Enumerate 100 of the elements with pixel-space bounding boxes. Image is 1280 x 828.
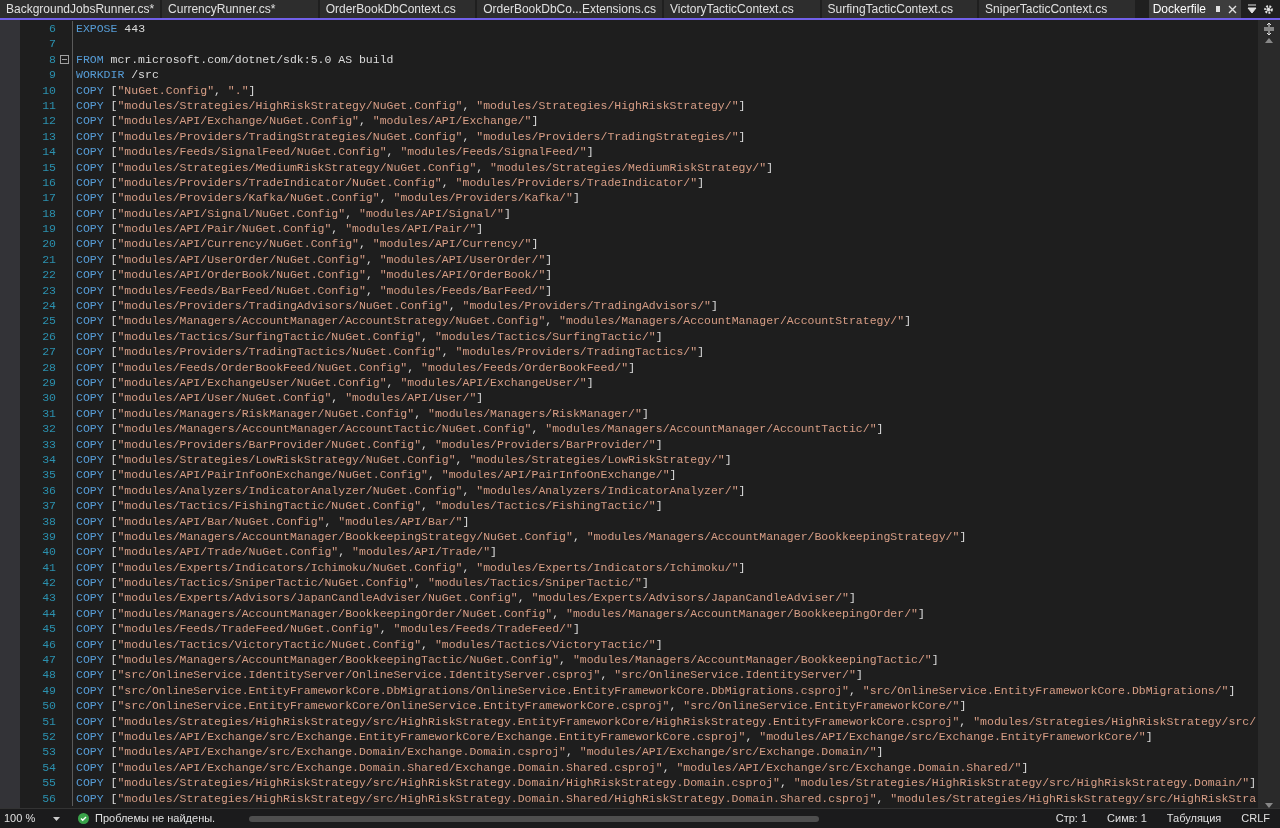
- code-line: COPY ["modules/Providers/TradeIndicator/NuGet.Config", "modules/Providers/TradeIndicator/"]: [76, 174, 705, 191]
- column-indicator[interactable]: Симв: 1: [1097, 810, 1157, 827]
- code-line: COPY ["modules/Providers/Kafka/NuGet.Config", "modules/Providers/Kafka/"]: [76, 190, 580, 206]
- code-line: COPY ["modules/Managers/RiskManager/NuGet.Config", "modules/Managers/RiskManager/"]: [76, 405, 649, 422]
- line-number: 30: [41, 390, 56, 406]
- code-line: COPY ["modules/API/User/NuGet.Config", "modules/API/User/"]: [76, 390, 484, 406]
- tab-label: Dockerfile: [1152, 1, 1206, 18]
- line-number: 14: [41, 144, 56, 160]
- line-number: 44: [41, 605, 56, 622]
- editor-tab[interactable]: Dockerfile: [1148, 0, 1241, 18]
- code-line: COPY ["modules/Tactics/SniperTactic/NuGet.Config", "modules/Tactics/SniperTactic/"]: [76, 575, 649, 591]
- line-number: 49: [41, 682, 56, 699]
- line-number: 41: [41, 559, 56, 576]
- line-number: 29: [41, 375, 56, 391]
- line-number: 22: [41, 267, 56, 283]
- editor-tab[interactable]: SniperTacticContext.cs: [979, 0, 1135, 18]
- code-line: FROM mcr.microsoft.com/dotnet/sdk:5.0 AS build: [76, 51, 394, 68]
- code-line: COPY ["modules/Providers/TradingStrategies/NuGet.Config", "modules/Providers/TradingStrategies/"]: [76, 128, 746, 145]
- line-number: 13: [41, 128, 56, 145]
- code-line: COPY ["NuGet.Config", "."]: [76, 82, 256, 98]
- zoom-dropdown[interactable]: 100 %: [0, 810, 64, 827]
- code-line: COPY ["modules/Managers/AccountManager/AccountTactic/NuGet.Config", "modules/Managers/AccountManager/AccountTactic/"]: [76, 421, 884, 437]
- code-line: COPY ["modules/Strategies/HighRiskStrategy/src/HighRiskStrategy.Domain.Shared/HighRiskStrategy.Domain.Shared.csproj", "modules/Strategies/HighRiskStrategy/src/HighRiskStra: [76, 790, 1257, 806]
- caret-icon: [53, 816, 60, 821]
- line-number: 28: [41, 359, 56, 375]
- code-line: COPY ["modules/API/Trade/NuGet.Config", "modules/API/Trade/"]: [76, 544, 497, 560]
- code-line: COPY ["modules/Providers/TradingTactics/NuGet.Config", "modules/Providers/TradingTactics/"]: [76, 344, 705, 360]
- issues-status[interactable]: Проблемы не найдены.: [95, 810, 216, 827]
- code-line: COPY ["modules/API/Exchange/NuGet.Config", "modules/API/Exchange/"]: [76, 113, 539, 129]
- editor-tab[interactable]: VictoryTacticContext.cs: [663, 0, 820, 18]
- dropdown-icon[interactable]: [1247, 4, 1257, 14]
- code-line: COPY ["modules/API/OrderBook/NuGet.Config", "modules/API/OrderBook/"]: [76, 267, 553, 283]
- line-number: 52: [41, 728, 56, 745]
- line-number: 12: [41, 113, 56, 129]
- editor-tab[interactable]: OrderBookDbCo...Extensions.cs: [477, 0, 662, 18]
- line-number: 51: [41, 713, 56, 729]
- code-line: COPY ["modules/API/Pair/NuGet.Config", "modules/API/Pair/"]: [76, 221, 484, 237]
- line-number: 36: [41, 482, 56, 499]
- code-line: COPY ["modules/API/Signal/NuGet.Config", "modules/API/Signal/"]: [76, 205, 511, 222]
- code-line: WORKDIR /src: [76, 67, 159, 83]
- settings-icon[interactable]: [1263, 3, 1274, 15]
- line-number: 37: [41, 498, 56, 514]
- line-number: 53: [41, 744, 56, 760]
- line-number: 50: [41, 698, 56, 714]
- code-line: COPY ["modules/Tactics/VictoryTactic/NuGet.Config", "modules/Tactics/VictoryTactic/"]: [76, 636, 663, 653]
- code-line: COPY ["modules/API/PairInfoOnExchange/NuGet.Config", "modules/API/PairInfoOnExchange/"]: [76, 467, 677, 483]
- line-number: 25: [41, 313, 56, 329]
- line-number: 55: [41, 775, 56, 791]
- vertical-scrollbar[interactable]: [1258, 20, 1280, 808]
- close-icon[interactable]: [1228, 4, 1237, 14]
- code-line: COPY ["modules/API/Exchange/src/Exchange.Domain.Shared/Exchange.Domain.Shared.csproj", "modules/API/Exchange/src/Exchange.Domain.Shared/"]: [76, 759, 1029, 776]
- code-line: COPY ["modules/Analyzers/IndicatorAnalyzer/NuGet.Config", "modules/Analyzers/IndicatorAnalyzer/"]: [76, 482, 746, 499]
- code-line: COPY ["modules/Strategies/HighRiskStrategy/NuGet.Config", "modules/Strategies/HighRiskStrategy/"]: [76, 97, 746, 114]
- collapse-icon[interactable]: [59, 54, 69, 64]
- editor-tab[interactable]: CurrencyRunner.cs*: [162, 0, 318, 18]
- line-number: 7: [48, 36, 56, 52]
- editor-tab[interactable]: OrderBookDbContext.cs: [319, 0, 476, 18]
- line-number: 23: [41, 282, 56, 299]
- code-line: COPY ["modules/API/Bar/NuGet.Config", "modules/API/Bar/"]: [76, 513, 470, 529]
- scroll-up-icon[interactable]: [1265, 38, 1273, 43]
- editor-tab[interactable]: BackgroundJobsRunner.cs*: [0, 0, 161, 18]
- line-number: 33: [41, 436, 56, 452]
- code-line: COPY ["modules/API/ExchangeUser/NuGet.Config", "modules/API/ExchangeUser/"]: [76, 375, 594, 391]
- line-number: 19: [41, 221, 56, 237]
- line-number: 9: [48, 67, 56, 83]
- indent-indicator[interactable]: Табуляция: [1156, 810, 1232, 827]
- line-ending-indicator[interactable]: CRLF: [1231, 810, 1280, 827]
- code-line: COPY ["modules/Managers/AccountManager/BookkeepingTactic/NuGet.Config", "modules/Managers/AccountManager/BookkeepingTactic/"]: [76, 652, 939, 668]
- split-icon[interactable]: [1262, 22, 1276, 36]
- line-number: 21: [41, 251, 56, 268]
- line-number: 46: [41, 636, 56, 653]
- line-number: 31: [41, 405, 56, 422]
- code-line: COPY ["modules/API/Exchange/src/Exchange.EntityFrameworkCore/Exchange.EntityFrameworkCore.csproj", "modules/API/Exchange/src/Exchange.EntityFrameworkCore/"]: [76, 728, 1153, 745]
- line-indicator[interactable]: Стр: 1: [1045, 810, 1098, 827]
- code-line: COPY ["modules/Feeds/BarFeed/NuGet.Config", "modules/Feeds/BarFeed/"]: [76, 282, 553, 299]
- line-number: 48: [41, 667, 56, 683]
- code-line: COPY ["modules/Feeds/TradeFeed/NuGet.Config", "modules/Feeds/TradeFeed/"]: [76, 621, 580, 637]
- code-line: COPY ["modules/Experts/Advisors/JapanCandleAdviser/NuGet.Config", "modules/Experts/Advisors/JapanCandleAdviser/"]: [76, 590, 856, 606]
- line-number: 8: [48, 51, 56, 68]
- code-line: COPY ["modules/Tactics/SurfingTactic/NuGet.Config", "modules/Tactics/SurfingTactic/"]: [76, 328, 663, 345]
- code-line: COPY ["modules/Providers/TradingAdvisors/NuGet.Config", "modules/Providers/TradingAdvisors/"]: [76, 298, 718, 314]
- code-line: COPY ["modules/Managers/AccountManager/BookkeepingStrategy/NuGet.Config", "modules/Managers/AccountManager/BookkeepingStrategy/"]: [76, 528, 967, 545]
- line-number: 40: [41, 544, 56, 560]
- code-line: COPY ["src/OnlineService.IdentityServer/OnlineService.IdentityServer.csproj", "src/OnlineService.IdentityServer/"]: [76, 667, 863, 683]
- line-number: 45: [41, 621, 56, 637]
- code-line: COPY ["modules/API/Exchange/src/Exchange.Domain/Exchange.Domain.csproj", "modules/API/Exchange/src/Exchange.Domain/"]: [76, 744, 884, 760]
- line-number: 18: [41, 205, 56, 222]
- line-number: 6: [48, 21, 56, 37]
- check-circle-icon: [78, 813, 89, 824]
- code-line: COPY ["modules/Feeds/SignalFeed/NuGet.Config", "modules/Feeds/SignalFeed/"]: [76, 144, 594, 160]
- line-number: 56: [41, 790, 56, 806]
- line-number: 24: [41, 298, 56, 314]
- code-line: COPY ["modules/Experts/Indicators/Ichimoku/NuGet.Config", "modules/Experts/Indicators/Ichimoku/"]: [76, 559, 746, 576]
- code-line: COPY ["modules/Managers/AccountManager/BookkeepingOrder/NuGet.Config", "modules/Managers/AccountManager/BookkeepingOrder/"]: [76, 605, 925, 622]
- editor-tab[interactable]: SurfingTacticContext.cs: [821, 0, 978, 18]
- line-number: 15: [41, 159, 56, 175]
- line-number: 32: [41, 421, 56, 437]
- code-line: COPY ["modules/Strategies/HighRiskStrategy/src/HighRiskStrategy.Domain/HighRiskStrategy.Domain.csproj", "modules/Strategies/HighRiskStrategy/src/HighRiskStrategy.Domain/"]: [76, 775, 1257, 791]
- code-line: COPY ["src/OnlineService.EntityFrameworkCore/OnlineService.EntityFrameworkCore.csproj", "src/OnlineService.EntityFrameworkCore/"]: [76, 698, 967, 714]
- line-number: 34: [41, 451, 56, 468]
